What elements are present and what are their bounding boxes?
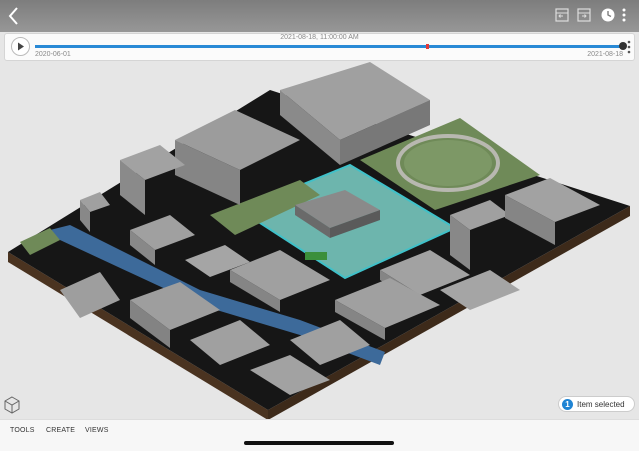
current-datetime: 2021-08-18, 11:00:00 AM [280, 34, 359, 41]
more-vertical-icon [622, 8, 626, 22]
tab-views[interactable]: VIEWS [85, 427, 109, 434]
timeline-slider[interactable] [35, 45, 621, 48]
cube-icon [4, 396, 20, 414]
bottom-tab-bar: TOOLS CREATE VIEWS [0, 419, 639, 451]
timeline-start-icon [555, 8, 569, 22]
back-button[interactable] [4, 5, 24, 27]
timeline-start-button[interactable] [553, 6, 571, 24]
timeline-end-button[interactable] [575, 6, 593, 24]
clock-icon [601, 8, 615, 22]
3d-city-viewport[interactable] [0, 62, 639, 419]
play-icon [18, 42, 24, 51]
timeline-marker [426, 44, 429, 49]
home-indicator[interactable] [244, 441, 394, 445]
selection-label: Item selected [577, 400, 625, 409]
more-menu-button[interactable] [619, 6, 629, 24]
tab-tools[interactable]: TOOLS [10, 427, 35, 434]
timeline-panel: 2021-08-18, 11:00:00 AM 2020-06-01 2021-… [4, 33, 635, 61]
chevron-left-icon [8, 7, 18, 25]
navigation-cube-button[interactable] [4, 396, 20, 414]
top-toolbar [0, 0, 639, 32]
timeline-start-date: 2020-06-01 [35, 51, 71, 58]
selection-badge[interactable]: 1 Item selected [558, 396, 635, 412]
clock-button[interactable] [599, 6, 617, 24]
timeline-menu-button[interactable] [626, 39, 632, 55]
more-vertical-icon [627, 40, 631, 54]
selection-count: 1 [562, 399, 573, 410]
timeline-end-icon [577, 8, 591, 22]
timeline-end-date: 2021-08-18 [587, 51, 623, 58]
tab-create[interactable]: CREATE [46, 427, 75, 434]
